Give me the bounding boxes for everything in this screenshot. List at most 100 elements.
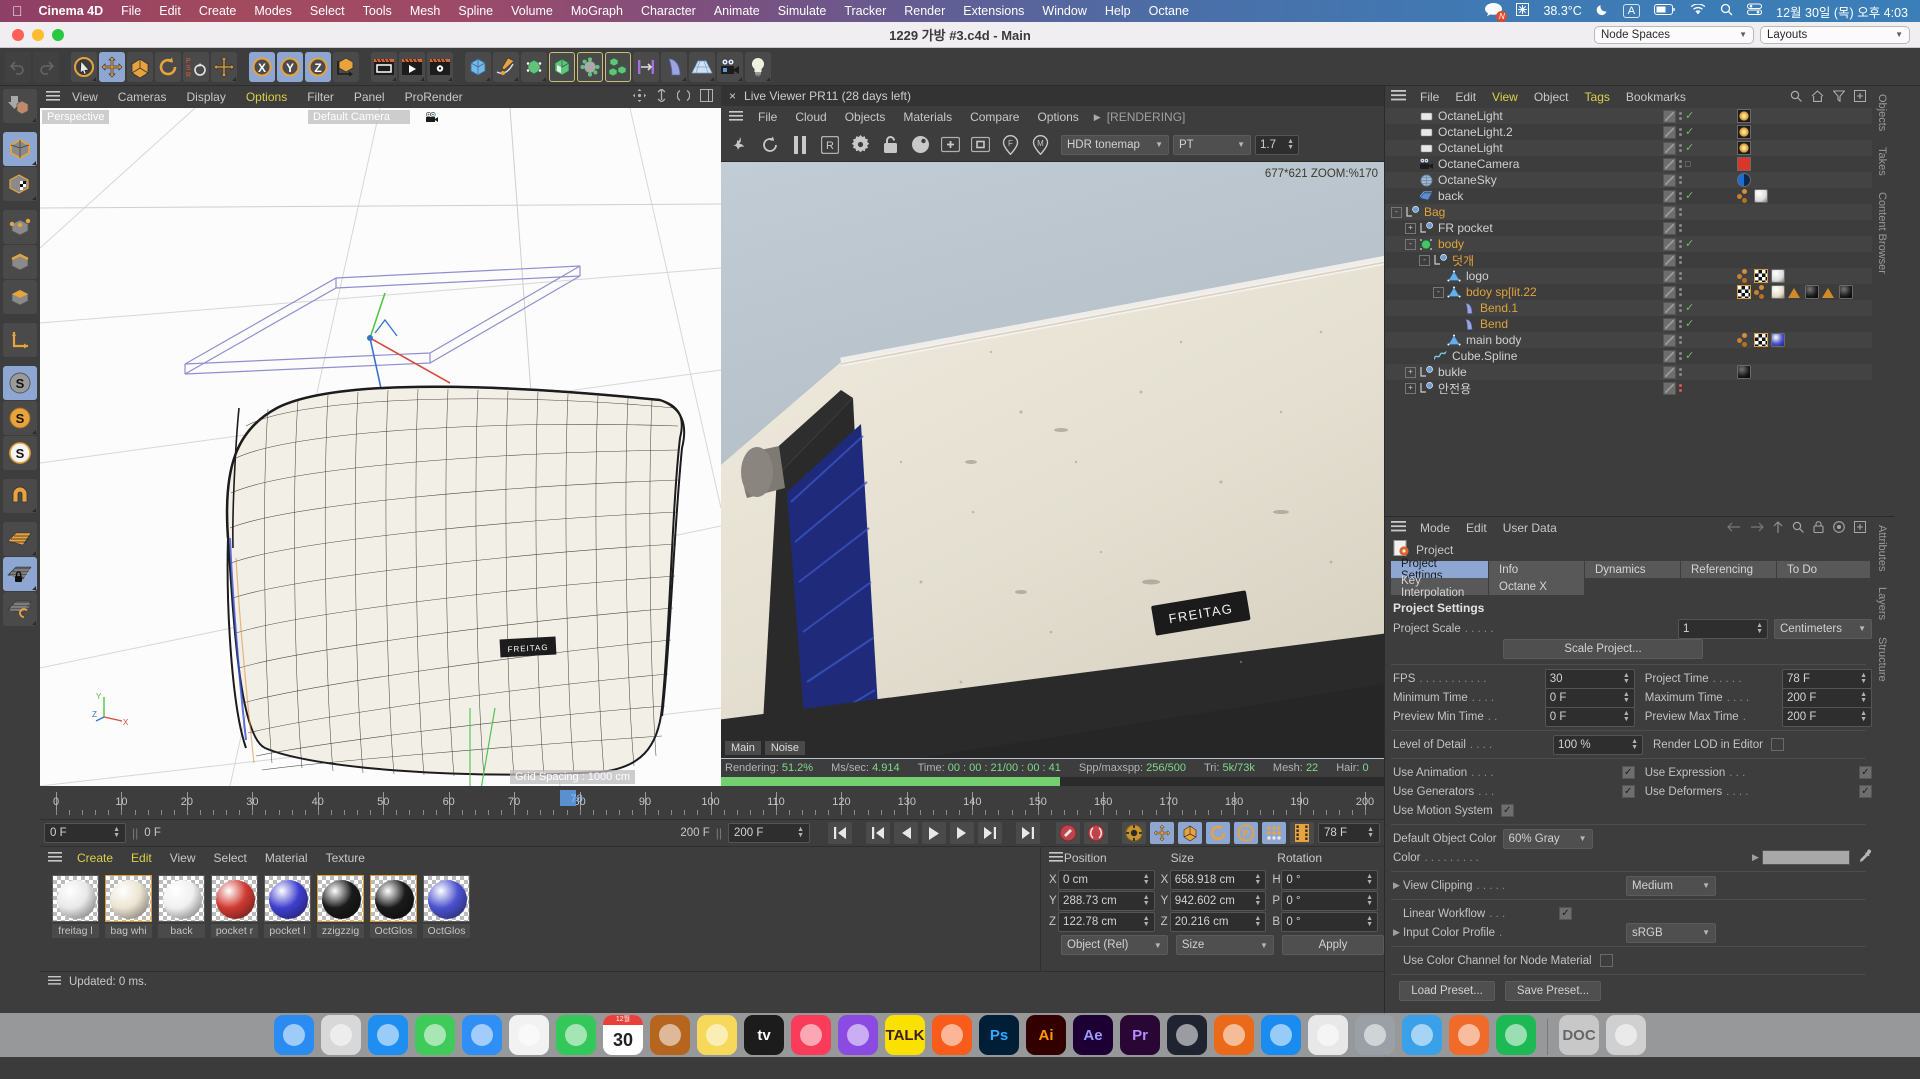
object-tree-row[interactable]: + FR pocket (1385, 220, 1872, 236)
rotation-field[interactable]: 0 ° ▲ ▼ (1281, 869, 1379, 890)
layer-swatch[interactable] (1663, 285, 1676, 299)
dock-item-documents[interactable]: DOC (1559, 1015, 1599, 1055)
maximize-viewport-icon[interactable] (700, 89, 713, 105)
layer-swatch[interactable] (1663, 141, 1676, 155)
edges-mode-button[interactable] (3, 245, 37, 279)
viewport-menu-filter[interactable]: Filter (297, 90, 344, 104)
enabled-check-icon[interactable]: ✓ (1685, 302, 1694, 314)
region-render-icon[interactable]: R (817, 132, 843, 158)
object-name[interactable]: 안전용 (1434, 380, 1471, 397)
dock-item-aftereffects[interactable]: Ae (1073, 1015, 1113, 1055)
tag-material[interactable] (1771, 269, 1785, 283)
layer-swatch[interactable] (1663, 189, 1676, 203)
layer-swatch[interactable] (1663, 269, 1676, 283)
scale-tool-button[interactable] (127, 51, 153, 82)
key-rotation-button[interactable] (1206, 822, 1230, 844)
lock-y-axis-button[interactable]: Y (277, 51, 303, 82)
object-tree-row[interactable]: back ✓ (1385, 188, 1872, 204)
object-tree-row[interactable]: OctaneLight ✓ (1385, 140, 1872, 156)
stepper-icon[interactable]: ▲ ▼ (1361, 826, 1374, 839)
hamburger-icon[interactable] (46, 851, 68, 865)
go-to-start-button[interactable] (828, 822, 852, 844)
object-tree-row[interactable]: - body ✓ (1385, 236, 1872, 252)
visibility-dots[interactable] (1679, 352, 1682, 360)
dock-item-appletv[interactable]: tv (744, 1015, 784, 1055)
enable-snap-button[interactable]: S (3, 366, 37, 400)
tag-sky[interactable] (1737, 173, 1751, 187)
tag-selection[interactable] (1788, 285, 1802, 299)
visibility-dots[interactable] (1679, 208, 1682, 216)
rotate-tool-button[interactable] (155, 51, 181, 82)
add-camera-button[interactable] (717, 51, 743, 82)
object-name[interactable]: OctaneLight.2 (1434, 125, 1513, 139)
coord-size-dropdown[interactable]: Size ▼ (1175, 935, 1274, 955)
tree-expander[interactable]: + (1405, 382, 1416, 394)
autokeying-button[interactable] (1084, 822, 1108, 844)
lv-menu-objects[interactable]: Objects (836, 110, 895, 124)
rotation-field[interactable]: 0 ° ▲ ▼ (1281, 911, 1379, 932)
material-preview-icon[interactable] (907, 132, 933, 158)
attr-menu-mode[interactable]: Mode (1412, 521, 1458, 535)
tree-expander[interactable]: - (1419, 254, 1430, 266)
apply-button[interactable]: Apply (1281, 935, 1385, 955)
tag-camera[interactable] (1737, 157, 1751, 171)
snap-settings-button[interactable]: S (3, 401, 37, 435)
dock-item-launchpad[interactable] (321, 1015, 361, 1055)
refresh-render-icon[interactable] (757, 132, 783, 158)
workplane-button[interactable] (3, 522, 37, 556)
make-editable-button[interactable] (3, 89, 37, 123)
max-time-field[interactable]: 200 F ▲ ▼ (1782, 687, 1872, 708)
use-deformers-checkbox[interactable]: ✓ (1859, 785, 1872, 798)
layer-swatch[interactable] (1663, 333, 1676, 347)
maximize-window-button[interactable] (52, 28, 64, 41)
stepper-icon[interactable]: ▲ ▼ (107, 826, 120, 839)
lv-menu-options[interactable]: Options (1028, 110, 1087, 124)
material-thumbnail[interactable] (264, 875, 311, 922)
buffer-tab-noise[interactable]: Noise (764, 741, 805, 755)
render-to-picture-viewer-button[interactable] (399, 51, 425, 82)
use-expression-checkbox[interactable]: ✓ (1859, 766, 1872, 779)
psr-tool-button[interactable]: PSR (183, 51, 209, 82)
viewport-menu-panel[interactable]: Panel (344, 90, 395, 104)
object-tree-row[interactable]: Bend ✓ (1385, 316, 1872, 332)
visibility-dots[interactable] (1679, 240, 1682, 248)
om-menu-object[interactable]: Object (1526, 90, 1577, 104)
viewport-menu-view[interactable]: View (62, 90, 108, 104)
hamburger-icon[interactable] (1049, 851, 1064, 865)
save-preset-button[interactable]: Save Preset... (1505, 981, 1601, 1001)
tab-todo[interactable]: To Do (1777, 561, 1871, 578)
add-constraint-button[interactable] (633, 51, 659, 82)
tag-coordinates[interactable] (1737, 189, 1751, 203)
dock-item-firefox[interactable] (1449, 1015, 1489, 1055)
menu-simulate[interactable]: Simulate (778, 4, 827, 18)
tag-material[interactable] (1737, 365, 1751, 379)
dock-item-trash[interactable] (1606, 1015, 1646, 1055)
kernel-dropdown[interactable]: PT ▼ (1173, 134, 1251, 155)
search-icon[interactable] (1792, 521, 1804, 536)
enabled-check-icon[interactable]: ✓ (1685, 350, 1694, 362)
reset-workplane-button[interactable] (3, 592, 37, 626)
object-tree-row[interactable]: OctaneCamera □ (1385, 156, 1872, 172)
menu-file[interactable]: File (121, 4, 141, 18)
stepper-icon[interactable]: ▲ ▼ (1360, 894, 1373, 907)
lv-menu-cloud[interactable]: Cloud (786, 110, 835, 124)
material-item[interactable]: OctGlos (370, 875, 417, 938)
lv-menu-compare[interactable]: Compare (961, 110, 1028, 124)
tab-attributes[interactable]: Attributes (1872, 517, 1892, 579)
use-generators-checkbox[interactable]: ✓ (1621, 785, 1635, 798)
position-field[interactable]: 0 cm ▲ ▼ (1058, 869, 1155, 890)
object-name[interactable]: Cube.Spline (1448, 349, 1517, 363)
search-icon[interactable] (1790, 90, 1802, 105)
lock-icon[interactable] (1813, 520, 1824, 536)
material-thumbnail[interactable] (370, 875, 417, 922)
stepper-icon[interactable]: ▲ ▼ (1248, 915, 1261, 928)
dock-item-safari[interactable] (368, 1015, 408, 1055)
apple-menu-icon[interactable]:  (12, 3, 23, 19)
menu-help[interactable]: Help (1105, 4, 1131, 18)
node-material-checkbox[interactable] (1599, 954, 1613, 967)
dock-item-messages[interactable] (415, 1015, 455, 1055)
layer-swatch[interactable] (1663, 317, 1676, 331)
object-name[interactable]: Bag (1420, 205, 1445, 219)
object-name[interactable]: OctaneLight (1434, 109, 1503, 123)
move-tool-button[interactable] (99, 51, 125, 82)
